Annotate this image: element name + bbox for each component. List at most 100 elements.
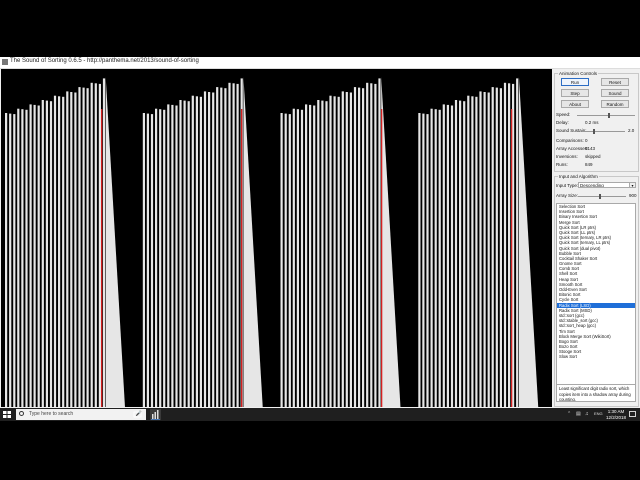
array-bar — [333, 96, 336, 407]
array-size-slider-track[interactable] — [578, 196, 626, 197]
array-bar — [374, 83, 377, 407]
clock-time: 1:30 AM — [607, 409, 625, 414]
network-icon[interactable]: ▤ — [576, 411, 581, 417]
highlighted-bar — [381, 109, 383, 407]
bar-ramp — [518, 77, 539, 407]
sound-sustain-slider-track[interactable] — [583, 131, 625, 132]
sound-sustain-slider-thumb[interactable] — [593, 129, 595, 134]
array-bar — [53, 95, 57, 407]
cortana-icon — [19, 411, 24, 416]
array-bar — [90, 82, 93, 407]
about-button[interactable]: About — [561, 100, 589, 108]
bar-ramp — [381, 77, 401, 407]
array-bar — [446, 104, 449, 407]
array-bar — [495, 87, 498, 407]
array-bar — [58, 96, 61, 407]
taskbar-search-box[interactable]: Type here to search 🎤 — [16, 409, 146, 420]
array-bar — [341, 91, 344, 407]
array-bar — [309, 104, 312, 407]
sound-button[interactable]: Sound — [601, 89, 629, 97]
array-bar — [467, 95, 470, 407]
array-bar — [208, 92, 211, 407]
array-bar — [191, 95, 194, 407]
input-language-icon[interactable]: ENG — [594, 411, 603, 416]
array-bar — [98, 83, 101, 407]
array-bar — [86, 88, 89, 407]
array-bar — [29, 104, 32, 407]
array-bar — [292, 108, 295, 407]
windows-start-icon[interactable] — [2, 410, 12, 419]
input-type-select[interactable]: Descending ▾ — [578, 182, 636, 188]
animation-controls-title: Animation Controls — [558, 71, 599, 76]
array-bar — [187, 101, 190, 407]
highlighted-bar — [101, 109, 103, 407]
input-type-label: Input Type: — [556, 183, 579, 188]
array-bar — [305, 104, 308, 407]
run-button[interactable]: Run — [561, 78, 589, 86]
array-bar — [94, 83, 97, 407]
array-bar — [370, 83, 373, 407]
algorithm-list[interactable]: Selection Sort Insertion Sort Binary Inser… — [556, 203, 636, 395]
array-bar — [442, 104, 445, 407]
array-bar — [78, 87, 81, 407]
array-bar — [317, 100, 320, 407]
random-button[interactable]: Random — [601, 100, 629, 108]
array-bar — [45, 100, 48, 407]
array-bar — [41, 100, 44, 407]
array-bar — [216, 87, 219, 407]
array-bar — [426, 114, 429, 407]
array-bar — [288, 114, 291, 407]
search-placeholder: Type here to search — [29, 411, 74, 417]
array-bar — [146, 113, 149, 407]
array-bar — [155, 108, 158, 407]
array-bar — [199, 96, 202, 407]
reset-button[interactable]: Reset — [601, 78, 629, 86]
array-bar — [512, 83, 515, 407]
delay-value: 0.2 ms — [585, 120, 599, 125]
array-bar — [171, 104, 174, 407]
array-bar — [175, 105, 178, 407]
array-bar — [224, 88, 227, 407]
array-bar — [49, 101, 53, 407]
speed-slider-thumb[interactable] — [608, 113, 610, 118]
action-center-icon[interactable] — [628, 410, 637, 419]
array-bar — [232, 83, 235, 407]
window-title: The Sound of Sorting 0.6.5 - http://pant… — [10, 58, 199, 64]
chevron-down-icon[interactable]: ▾ — [629, 183, 635, 187]
array-bar — [349, 92, 352, 407]
array-bar — [25, 109, 28, 407]
inversions-value: skipped — [585, 154, 601, 159]
array-bar — [459, 100, 462, 407]
array-bar — [516, 78, 519, 407]
task-view-icon[interactable] — [133, 410, 142, 419]
array-bar — [463, 101, 466, 407]
array-bar — [5, 113, 8, 407]
inversions-label: Inversions: — [556, 154, 578, 159]
array-bar — [9, 113, 12, 407]
speed-slider-track[interactable] — [577, 115, 635, 116]
array-bar — [450, 105, 454, 407]
array-size-value: 900 — [629, 193, 637, 198]
array-accesses-value: 9143 — [585, 146, 596, 151]
taskbar: Type here to search 🎤 ⌃ ▤ ♫ ENG 1:30 AM … — [0, 408, 640, 421]
step-button[interactable]: Step — [561, 89, 589, 97]
array-size-slider-thumb[interactable] — [599, 194, 601, 199]
array-bar — [142, 113, 145, 407]
sound-sustain-label: Sound Sustain: — [556, 128, 587, 133]
array-bar — [33, 104, 36, 407]
array-bar — [167, 104, 170, 407]
notification-chevron-icon[interactable]: ⌃ — [567, 411, 571, 417]
sound-sustain-value: 2.0 — [628, 128, 635, 133]
sound-of-sorting-taskbar-icon[interactable] — [150, 409, 161, 420]
input-algorithm-title: Input and Algorithm — [558, 174, 599, 179]
array-bar — [430, 108, 433, 407]
array-bar — [345, 92, 348, 407]
array-bar — [179, 100, 182, 407]
title-bar: The Sound of Sorting 0.6.5 - http://pant… — [0, 57, 640, 69]
array-bar — [508, 83, 511, 407]
volume-icon[interactable]: ♫ — [585, 411, 589, 417]
algorithm-list-item[interactable]: Slow Sort — [557, 354, 635, 359]
array-bar — [159, 109, 162, 407]
runs-label: Runs: — [556, 162, 568, 167]
taskbar-clock[interactable]: 1:30 AM 12/2/2018 — [606, 409, 626, 420]
